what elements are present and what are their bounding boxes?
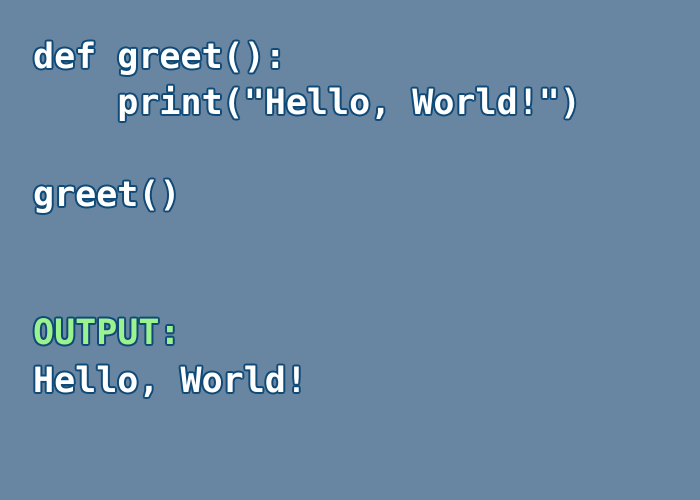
code-view: def greet(): print("Hello, World!") gree… — [33, 34, 673, 474]
code-line-def: def greet(): — [33, 37, 286, 77]
code-line-print: print("Hello, World!") — [33, 83, 581, 123]
output-text: Hello, World! — [33, 361, 307, 401]
output-label: OUTPUT: — [33, 313, 181, 353]
code-line-call: greet() — [33, 175, 181, 215]
